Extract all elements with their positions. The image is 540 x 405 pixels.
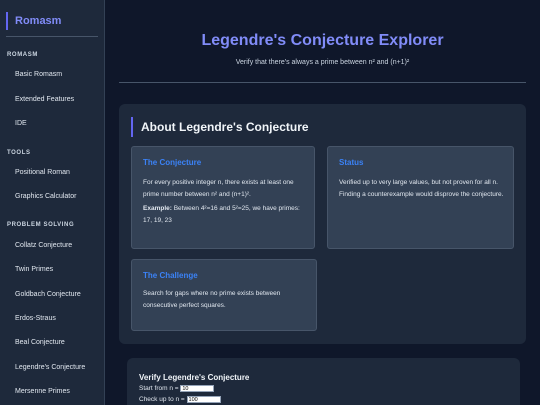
card-title: The Challenge [143,271,198,280]
conjecture-card: The Conjecture For every positive intege… [131,146,315,249]
card-text: For every positive integer n, there exis… [143,177,309,227]
card-text: Search for gaps where no prime exists be… [143,290,281,309]
example-label: Example: [143,205,172,212]
verify-panel: Verify Legendre's Conjecture Start from … [127,358,520,405]
sidebar-divider [6,36,98,37]
conjecture-text: For every positive integer n, there exis… [143,179,294,198]
start-field-row: Start from n = [139,385,215,393]
sidebar-item-goldbach[interactable]: Goldbach Conjecture [15,291,81,298]
header-divider [119,82,526,83]
sidebar-item-beal[interactable]: Beal Conjecture [15,339,65,346]
card-title: Status [339,158,364,167]
sidebar-item-graphics-calculator[interactable]: Graphics Calculator [15,193,76,200]
sidebar-item-legendre[interactable]: Legendre's Conjecture [15,364,85,371]
card-title: The Conjecture [143,158,202,167]
sidebar-brand[interactable]: Romasm [6,12,61,30]
sidebar-item-positional-roman[interactable]: Positional Roman [15,169,70,176]
sidebar-section-problem-solving: PROBLEM SOLVING [7,222,75,228]
sidebar-section-romasm: ROMASM [7,52,38,58]
sidebar-item-collatz[interactable]: Collatz Conjecture [15,242,72,249]
conjecture-example: Example: Between 4²=16 and 5²=25, we hav… [143,203,309,227]
about-panel: About Legendre's Conjecture The Conjectu… [119,104,526,344]
page-title: Legendre's Conjecture Explorer [201,32,444,49]
sidebar-item-ide[interactable]: IDE [15,120,27,127]
start-label: Start from n = [139,385,179,393]
end-label: Check up to n = [139,396,185,404]
sidebar-item-basic-romasm[interactable]: Basic Romasm [15,71,62,78]
verify-title: Verify Legendre's Conjecture [139,373,250,382]
sidebar-item-erdos-straus[interactable]: Erdos-Straus [15,315,56,322]
main-content: Legendre's Conjecture Explorer Verify th… [105,0,540,405]
start-n-input[interactable] [180,385,215,392]
sidebar-item-mersenne[interactable]: Mersenne Primes [15,388,70,395]
sidebar-section-tools: TOOLS [7,150,31,156]
end-n-input[interactable] [186,396,221,403]
page-subtitle: Verify that there's always a prime betwe… [235,59,410,66]
card-text: Verified up to very large values, but no… [339,179,504,198]
challenge-card: The Challenge Search for gaps where no p… [131,259,317,331]
status-card: Status Verified up to very large values,… [327,146,514,249]
sidebar: Romasm ROMASM Basic Romasm Extended Feat… [0,0,105,405]
sidebar-item-twin-primes[interactable]: Twin Primes [15,266,53,273]
about-heading: About Legendre's Conjecture [131,117,309,137]
end-field-row: Check up to n = [139,396,221,403]
sidebar-item-extended-features[interactable]: Extended Features [15,96,74,103]
